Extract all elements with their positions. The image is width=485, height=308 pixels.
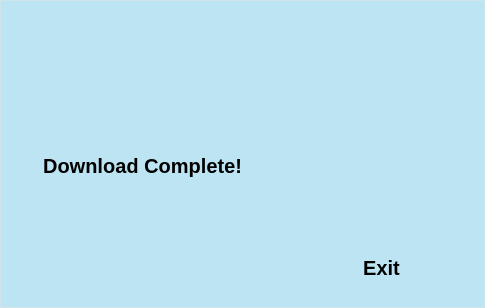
exit-button[interactable]: Exit — [363, 255, 400, 283]
download-complete-message: Download Complete! — [43, 156, 242, 178]
download-complete-screen: Download Complete! Exit — [0, 0, 485, 308]
